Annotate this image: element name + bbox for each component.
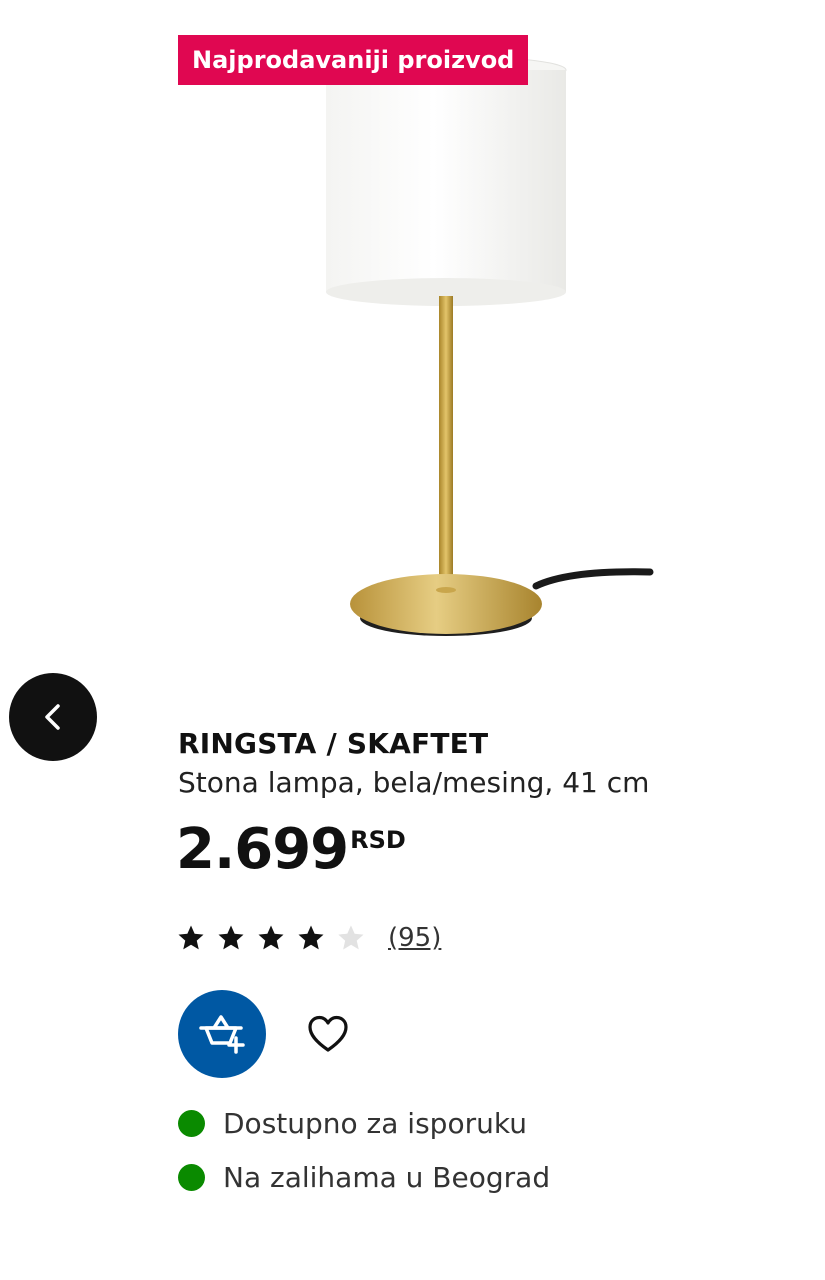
product-description: Stona lampa, bela/mesing, 41 cm <box>178 766 650 799</box>
availability-label: Na zalihama u Beograd <box>223 1160 551 1194</box>
bestseller-badge: Najprodavaniji proizvod <box>178 35 529 85</box>
availability-list: Dostupno za isporuku Na zalihama u Beogr… <box>178 1100 550 1208</box>
chevron-left-icon <box>45 704 60 730</box>
status-dot-icon <box>178 1163 205 1191</box>
add-to-cart-button[interactable] <box>178 990 266 1078</box>
product-image <box>300 30 670 660</box>
heart-outline-icon <box>308 1015 348 1052</box>
review-count-link[interactable]: (95) <box>388 923 441 953</box>
availability-store: Na zalihama u Beograd <box>178 1154 550 1200</box>
availability-label: Dostupno za isporuku <box>223 1106 527 1140</box>
product-info: RINGSTA / SKAFTET Stona lampa, bela/mesi… <box>178 724 798 802</box>
availability-delivery: Dostupno za isporuku <box>178 1100 550 1146</box>
product-rating[interactable]: (95) <box>176 918 441 958</box>
price-amount: 2.699 <box>176 817 349 882</box>
lamp-illustration <box>325 55 654 636</box>
price-currency: RSD <box>350 826 406 854</box>
add-to-favourites-button[interactable] <box>300 1006 356 1062</box>
back-button[interactable] <box>9 673 97 761</box>
product-name: RINGSTA / SKAFTET <box>178 727 489 760</box>
star-filled-icon <box>178 925 204 950</box>
product-price: 2.699 RSD <box>176 812 406 888</box>
star-filled-icon <box>218 925 244 950</box>
add-to-cart-icon <box>199 1015 245 1054</box>
status-dot-icon <box>178 1109 205 1137</box>
star-partial-icon <box>338 925 364 950</box>
star-filled-icon <box>258 925 284 950</box>
star-filled-icon <box>298 925 324 950</box>
